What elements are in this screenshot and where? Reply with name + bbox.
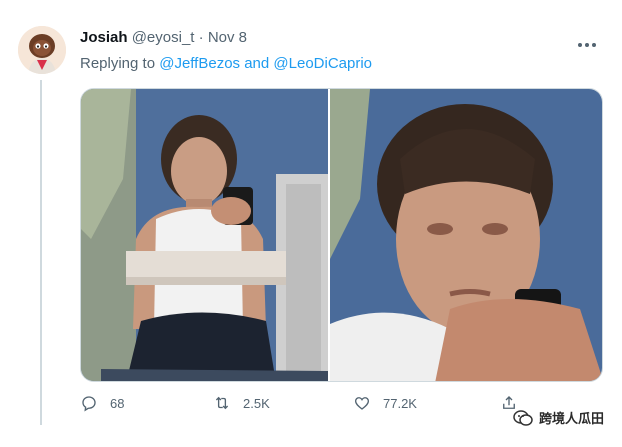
media-image-right[interactable]: [330, 89, 602, 381]
mention-leodicaprio[interactable]: @LeoDiCaprio: [273, 55, 372, 72]
meta-separator: ·: [194, 29, 208, 46]
avatar-illustration: [18, 26, 66, 74]
mention-joiner: and: [240, 55, 274, 72]
more-icon[interactable]: [578, 34, 600, 47]
author-name[interactable]: Josiah: [80, 29, 128, 46]
wechat-icon: [513, 409, 533, 426]
retweet-icon: [215, 396, 229, 410]
replying-to: Replying to @JeffBezos and @LeoDiCaprio: [80, 54, 372, 74]
reply-icon: [82, 396, 96, 412]
mention-jeffbezos[interactable]: @JeffBezos: [159, 55, 240, 72]
like-button[interactable]: 77.2K: [353, 394, 417, 412]
like-count: 77.2K: [383, 395, 417, 411]
media-image-left[interactable]: [81, 89, 328, 381]
tweet-header: Josiah @eyosi_t · Nov 8: [80, 28, 247, 48]
watermark-text: 跨境人瓜田: [538, 411, 604, 426]
tweet-media[interactable]: [80, 88, 603, 382]
replying-prefix: Replying to: [80, 55, 160, 72]
reply-count: 68: [110, 395, 125, 411]
avatar[interactable]: [18, 26, 66, 74]
watermark: 跨境人瓜田: [513, 408, 604, 427]
thread-line: [40, 80, 42, 425]
tweet-date[interactable]: Nov 8: [208, 29, 247, 46]
like-icon: [354, 397, 370, 410]
retweet-button[interactable]: 2.5K: [213, 394, 270, 412]
author-handle[interactable]: @eyosi_t: [132, 29, 195, 46]
reply-button[interactable]: 68: [80, 394, 124, 412]
retweet-count: 2.5K: [243, 395, 270, 411]
